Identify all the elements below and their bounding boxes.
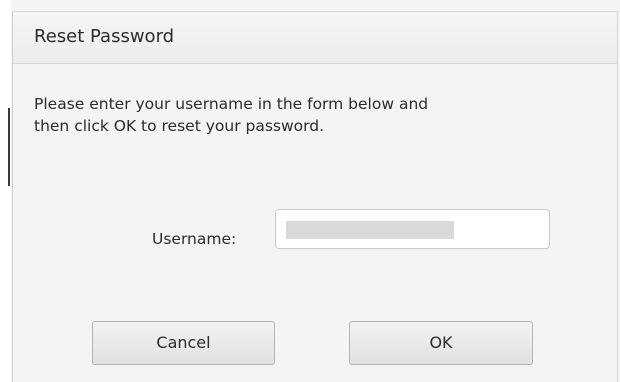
reset-password-dialog: Reset Password Please enter your usernam… xyxy=(12,11,618,382)
background-window-edge xyxy=(0,0,11,382)
background-window-mark xyxy=(8,108,10,186)
ok-button[interactable]: OK xyxy=(349,321,533,365)
dialog-title-bar[interactable]: Reset Password xyxy=(13,12,617,64)
dialog-title: Reset Password xyxy=(34,26,175,47)
cancel-button[interactable]: Cancel xyxy=(92,321,275,365)
username-label: Username: xyxy=(152,230,237,248)
instructions-line-1: Please enter your username in the form b… xyxy=(34,95,429,113)
instructions-line-2: then click OK to reset your password. xyxy=(34,117,325,135)
screen: Reset Password Please enter your usernam… xyxy=(0,0,620,382)
redacted-username-value xyxy=(286,221,454,239)
instructions-text: Please enter your username in the form b… xyxy=(34,93,574,137)
